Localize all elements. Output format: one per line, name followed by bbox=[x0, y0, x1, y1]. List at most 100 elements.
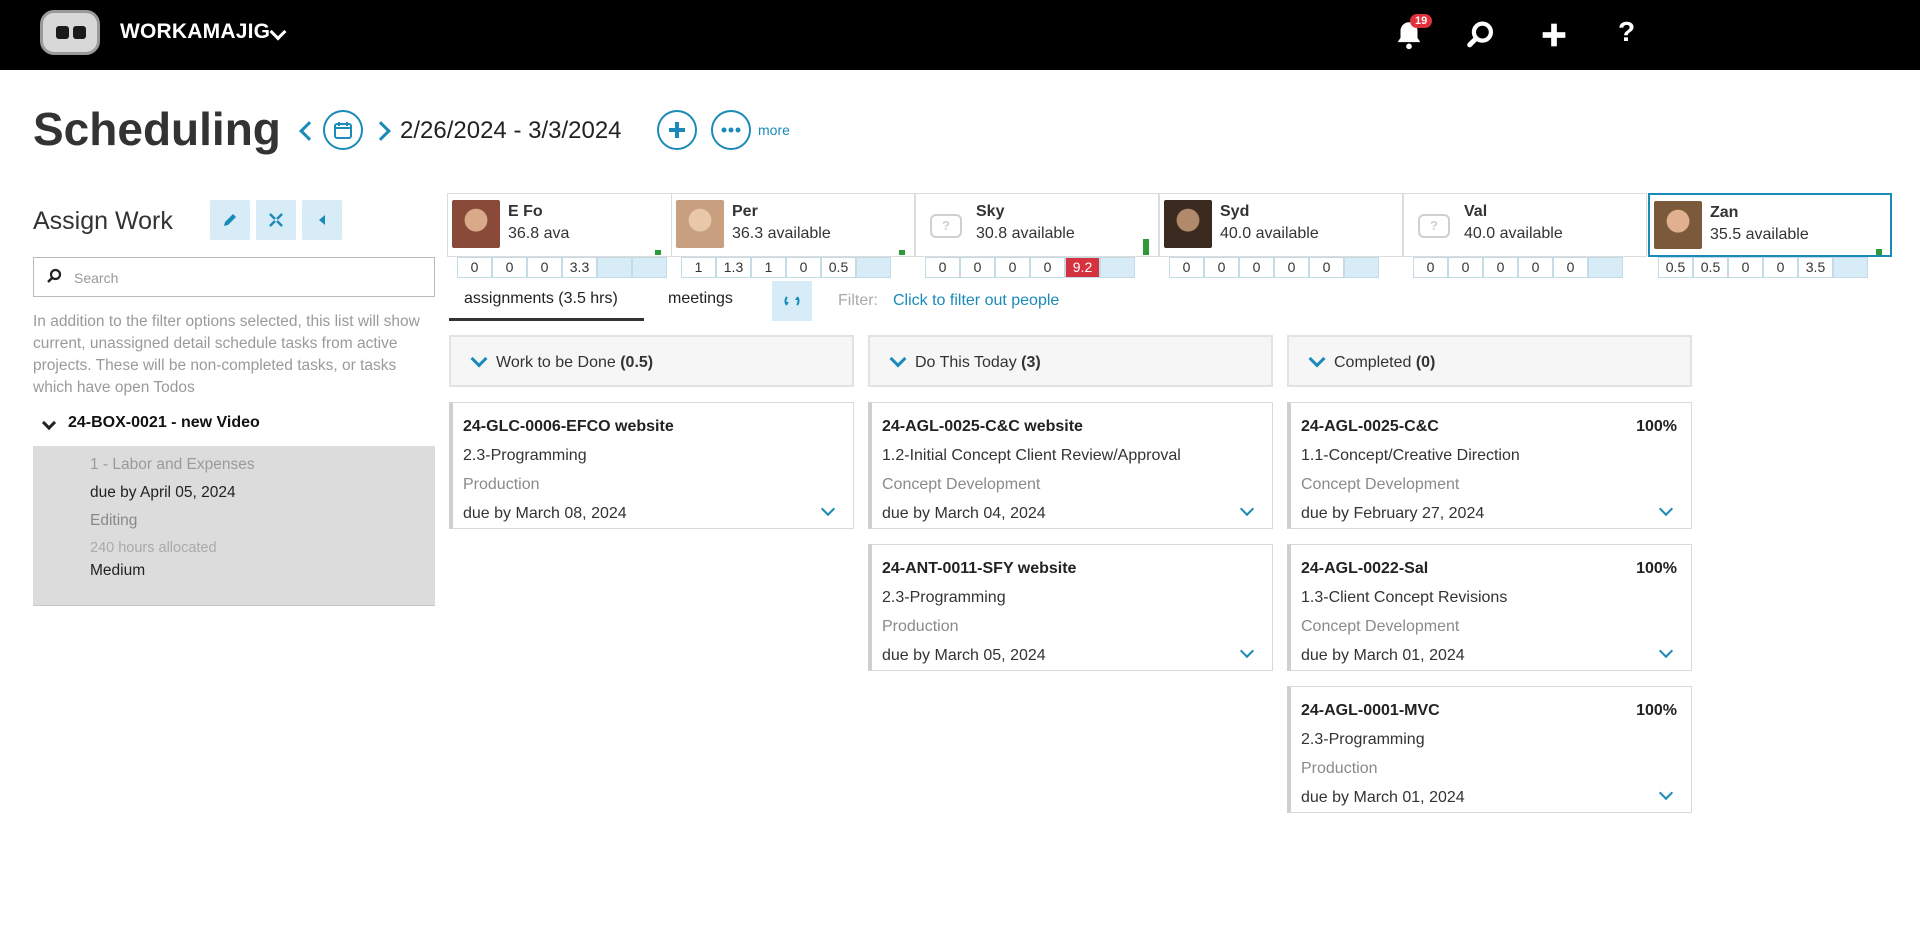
day-hours-cell[interactable] bbox=[597, 257, 632, 278]
card-percent-complete: 100% bbox=[1636, 560, 1677, 577]
card-task: 2.3-Programming bbox=[1301, 731, 1425, 748]
day-hours-cell[interactable]: 0 bbox=[457, 257, 492, 278]
expand-chevron-icon[interactable] bbox=[1239, 501, 1255, 517]
day-hours-cell[interactable]: 0 bbox=[1728, 257, 1763, 278]
day-hours-cell[interactable]: 0 bbox=[1448, 257, 1483, 278]
previous-week-icon[interactable] bbox=[299, 121, 319, 141]
collapse-button[interactable] bbox=[256, 200, 296, 240]
avatar-placeholder-icon: ? bbox=[920, 200, 968, 248]
person-name: Per bbox=[732, 203, 758, 220]
expand-chevron-icon[interactable] bbox=[1658, 501, 1674, 517]
day-hours-cell[interactable]: 1.3 bbox=[716, 257, 751, 278]
person-card[interactable]: ? Sky 30.8 available bbox=[915, 193, 1159, 257]
day-hours-cell[interactable]: 0.5 bbox=[1693, 257, 1728, 278]
filter-people-link[interactable]: Click to filter out people bbox=[893, 292, 1059, 310]
caret-left-icon bbox=[319, 215, 325, 225]
expand-chevron-icon[interactable] bbox=[1658, 785, 1674, 801]
help-icon[interactable]: ? bbox=[1618, 16, 1635, 48]
project-title[interactable]: 24-BOX-0021 - new Video bbox=[68, 414, 260, 432]
avatar-placeholder-icon: ? bbox=[1408, 200, 1456, 248]
day-hours-cell[interactable]: 0 bbox=[1239, 257, 1274, 278]
collapse-icon bbox=[269, 213, 283, 227]
day-hours-cell[interactable] bbox=[1100, 257, 1135, 278]
day-hours-cell[interactable]: 0 bbox=[1169, 257, 1204, 278]
column-header[interactable]: Work to be Done (0.5) bbox=[449, 335, 854, 387]
more-link[interactable]: more bbox=[758, 122, 790, 138]
day-hours-cell[interactable]: 0 bbox=[1518, 257, 1553, 278]
tab-meetings[interactable]: meetings bbox=[668, 290, 733, 308]
day-hours-cell[interactable] bbox=[1588, 257, 1623, 278]
day-hours-cell[interactable]: 0 bbox=[960, 257, 995, 278]
more-options-button[interactable] bbox=[711, 110, 751, 150]
day-hours-cell[interactable]: 0 bbox=[1274, 257, 1309, 278]
day-hours-cell[interactable]: 3.3 bbox=[562, 257, 597, 278]
task-card[interactable]: 24-AGL-0025-C&C website 1.2-Initial Conce… bbox=[868, 402, 1273, 529]
person-name: Sky bbox=[976, 203, 1005, 220]
day-hours-cell[interactable]: 0 bbox=[786, 257, 821, 278]
day-hours-cell[interactable]: 0 bbox=[1309, 257, 1344, 278]
day-hours-cell[interactable] bbox=[1344, 257, 1379, 278]
day-hours-cell[interactable]: 0 bbox=[492, 257, 527, 278]
card-due-date: due by March 08, 2024 bbox=[463, 505, 627, 522]
task-card[interactable]: 24-AGL-0025-C&C 100% 1.1-Concept/Creative … bbox=[1287, 402, 1692, 529]
day-hours-cell[interactable]: 3.5 bbox=[1798, 257, 1833, 278]
app-switcher-label[interactable]: WORKAMAJIG bbox=[120, 20, 270, 44]
chevron-down-icon[interactable] bbox=[269, 23, 287, 41]
person-card[interactable]: Per 36.3 available bbox=[671, 193, 915, 257]
unassigned-task-card[interactable]: 1 - Labor and Expenses due by April 05, … bbox=[33, 446, 435, 606]
expand-chevron-icon[interactable] bbox=[820, 501, 836, 517]
add-button[interactable] bbox=[657, 110, 697, 150]
day-hours-cell[interactable]: 0 bbox=[995, 257, 1030, 278]
card-phase: Concept Development bbox=[1301, 618, 1460, 635]
search-input[interactable] bbox=[74, 267, 424, 289]
chevron-down-icon[interactable] bbox=[470, 350, 488, 368]
person-card[interactable]: Syd 40.0 available bbox=[1159, 193, 1403, 257]
day-hours-cell[interactable]: 9.2 bbox=[1065, 257, 1100, 278]
search-icon[interactable] bbox=[1464, 18, 1498, 52]
person-card[interactable]: E Fo 36.8 ava bbox=[447, 193, 691, 257]
day-hours-cell[interactable]: 0 bbox=[1483, 257, 1518, 278]
task-card[interactable]: 24-ANT-0011-SFY website 2.3-Programming Pr… bbox=[868, 544, 1273, 671]
column-count: (0) bbox=[1415, 354, 1436, 371]
add-icon[interactable] bbox=[1537, 18, 1571, 52]
chevron-down-icon[interactable] bbox=[1308, 350, 1326, 368]
tab-assignments[interactable]: assignments (3.5 hrs) bbox=[464, 290, 618, 308]
task-card[interactable]: 24-AGL-0001-MVC 100% 2.3-Programming Produc… bbox=[1287, 686, 1692, 813]
card-title: 24-AGL-0022-Sal bbox=[1301, 560, 1429, 577]
day-hours-cell[interactable]: 0.5 bbox=[821, 257, 856, 278]
workamajig-logo-icon[interactable] bbox=[40, 10, 100, 55]
day-hours-cell[interactable]: 0 bbox=[925, 257, 960, 278]
person-name: Syd bbox=[1220, 203, 1250, 220]
column-header[interactable]: Completed (0) bbox=[1287, 335, 1692, 387]
task-due-date: due by April 05, 2024 bbox=[90, 484, 236, 501]
calendar-button[interactable] bbox=[323, 110, 363, 150]
day-hours-cell[interactable]: 0 bbox=[1204, 257, 1239, 278]
task-card[interactable]: 24-GLC-0006-EFCO website 2.3-Programming P… bbox=[449, 402, 854, 529]
day-hours-cell[interactable] bbox=[632, 257, 667, 278]
day-hours-cell[interactable]: 1 bbox=[681, 257, 716, 278]
avatar bbox=[452, 200, 500, 248]
chevron-down-icon[interactable] bbox=[889, 350, 907, 368]
expand-chevron-icon[interactable] bbox=[1239, 643, 1255, 659]
person-card[interactable]: Zan 35.5 available bbox=[1648, 193, 1892, 257]
column-header[interactable]: Do This Today (3) bbox=[868, 335, 1273, 387]
day-hours-cell[interactable]: 0.5 bbox=[1658, 257, 1693, 278]
day-hours-cell[interactable]: 0 bbox=[1763, 257, 1798, 278]
next-week-icon[interactable] bbox=[371, 121, 391, 141]
person-card[interactable]: ? Val 40.0 available bbox=[1403, 193, 1647, 257]
task-card[interactable]: 24-AGL-0022-Sal 100% 1.3-Client Concept Re… bbox=[1287, 544, 1692, 671]
day-hours-cell[interactable]: 0 bbox=[1413, 257, 1448, 278]
day-hours-cell[interactable] bbox=[856, 257, 891, 278]
filter-label: Filter: bbox=[838, 292, 878, 309]
chevron-down-icon[interactable] bbox=[41, 415, 57, 431]
day-hours-cell[interactable] bbox=[1833, 257, 1868, 278]
hide-panel-button[interactable] bbox=[302, 200, 342, 240]
day-hours-cell[interactable]: 0 bbox=[1553, 257, 1588, 278]
edit-button[interactable] bbox=[210, 200, 250, 240]
day-hours-cell[interactable]: 0 bbox=[1030, 257, 1065, 278]
refresh-button[interactable] bbox=[772, 281, 812, 321]
day-hours-cell[interactable]: 1 bbox=[751, 257, 786, 278]
day-hours-cell[interactable]: 0 bbox=[527, 257, 562, 278]
daily-hours-row: 0 0 0 0 9.2 bbox=[925, 257, 1135, 278]
expand-chevron-icon[interactable] bbox=[1658, 643, 1674, 659]
